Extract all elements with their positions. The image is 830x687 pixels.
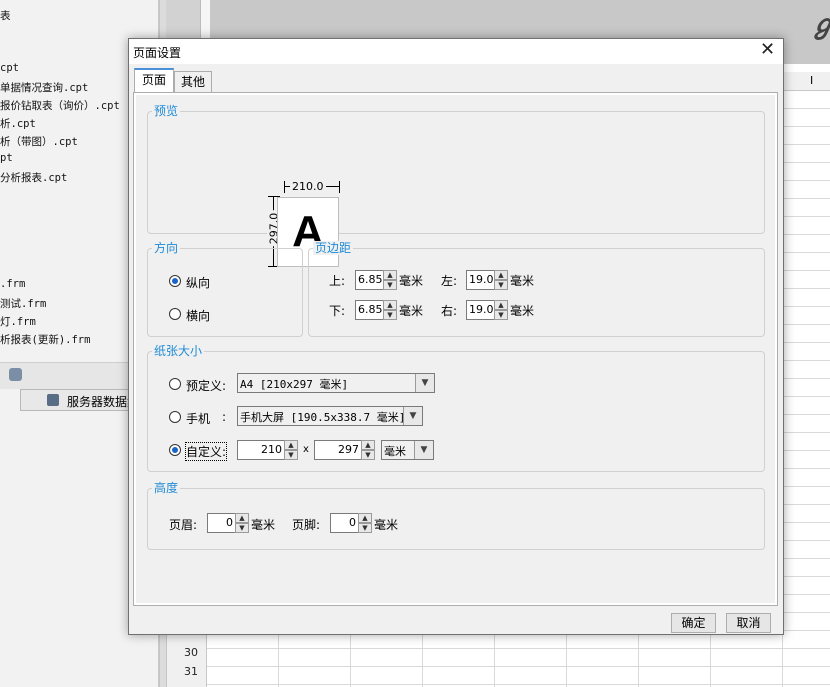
margin-right-label: 右: bbox=[441, 304, 458, 318]
margins-group: 页边距 bbox=[308, 241, 765, 337]
custom-radio[interactable] bbox=[169, 444, 181, 456]
width-dimension: 210.0 bbox=[284, 180, 340, 193]
unit-label: 毫米 bbox=[251, 518, 276, 532]
chevron-down-icon[interactable]: ▼ bbox=[414, 441, 433, 459]
file-item[interactable]: pt bbox=[0, 152, 13, 164]
chevron-down-icon[interactable]: ▼ bbox=[403, 407, 422, 425]
ok-button[interactable]: 确定 bbox=[671, 613, 716, 633]
width-dimension-label: 210.0 bbox=[290, 180, 326, 193]
predefined-radio[interactable] bbox=[169, 378, 181, 390]
spin-down-icon[interactable]: ▼ bbox=[383, 310, 397, 320]
close-icon: ✕ bbox=[760, 39, 776, 60]
mobile-label: 手机 bbox=[186, 412, 211, 426]
orientation-group: 方向 bbox=[147, 241, 303, 337]
file-item[interactable]: 测试.frm bbox=[0, 296, 46, 311]
title-bar[interactable]: 页面设置 ✕ bbox=[129, 39, 783, 64]
custom-width-input[interactable]: 210 bbox=[237, 440, 285, 460]
header-height-input[interactable]: 0 bbox=[207, 513, 236, 533]
predefined-label: 预定义: bbox=[186, 379, 227, 393]
file-item[interactable]: 单据情况查询.cpt bbox=[0, 80, 88, 95]
tab-panel: 预览 210.0 297.0 A 方向 纵向 横向 页边距 上: 6.85 ▲ … bbox=[133, 92, 778, 606]
portrait-label: 纵向 bbox=[186, 276, 211, 290]
file-item[interactable]: 分析报表.cpt bbox=[0, 170, 67, 185]
margin-bottom-label: 下: bbox=[329, 304, 346, 318]
margin-bottom-input[interactable]: 6.85 bbox=[355, 300, 384, 320]
mobile-select[interactable]: 手机大屏 [190.5x338.7 毫米] ▼ bbox=[237, 406, 423, 426]
height-group-title: 高度 bbox=[152, 481, 181, 495]
spin-up-icon[interactable]: ▲ bbox=[383, 300, 397, 310]
database-icon[interactable] bbox=[9, 368, 22, 381]
spin-down-icon[interactable]: ▼ bbox=[383, 280, 397, 290]
custom-label: 自定义: bbox=[184, 442, 228, 461]
margin-left-label: 左: bbox=[441, 274, 458, 288]
margin-left-input[interactable]: 19.05 bbox=[466, 270, 495, 290]
spin-up-icon[interactable]: ▲ bbox=[358, 513, 372, 523]
preview-group-title: 预览 bbox=[152, 104, 181, 118]
file-item[interactable]: 报价钻取表（询价）.cpt bbox=[0, 98, 120, 113]
spin-down-icon[interactable]: ▼ bbox=[358, 523, 372, 533]
column-header[interactable]: I bbox=[810, 74, 813, 87]
margin-right-input[interactable]: 19.05 bbox=[466, 300, 495, 320]
custom-unit-select[interactable]: 毫米 ▼ bbox=[381, 440, 434, 460]
tab-page[interactable]: 页面 bbox=[134, 68, 174, 92]
landscape-radio[interactable] bbox=[169, 308, 181, 320]
page-setup-dialog: 页面设置 ✕ 页面 其他 预览 210.0 297.0 A 方向 纵向 横向 页… bbox=[128, 38, 784, 635]
footer-height-input[interactable]: 0 bbox=[330, 513, 359, 533]
spin-up-icon[interactable]: ▲ bbox=[494, 300, 508, 310]
custom-unit-value: 毫米 bbox=[384, 445, 406, 458]
times-label: x bbox=[303, 444, 309, 455]
file-item[interactable]: .frm bbox=[0, 278, 25, 290]
spin-up-icon[interactable]: ▲ bbox=[383, 270, 397, 280]
spin-up-icon[interactable]: ▲ bbox=[494, 270, 508, 280]
spin-down-icon[interactable]: ▼ bbox=[361, 450, 375, 460]
spin-down-icon[interactable]: ▼ bbox=[494, 280, 508, 290]
file-item[interactable]: cpt bbox=[0, 62, 19, 74]
mobile-colon: : bbox=[222, 410, 227, 424]
margins-group-title: 页边距 bbox=[313, 241, 354, 255]
paper-size-group-title: 纸张大小 bbox=[152, 344, 205, 358]
file-item[interactable]: 表 bbox=[0, 8, 11, 23]
custom-height-input[interactable]: 297 bbox=[314, 440, 362, 460]
preview-group: 预览 bbox=[147, 104, 765, 234]
orientation-group-title: 方向 bbox=[152, 241, 181, 255]
file-item[interactable]: 析报表(更新).frm bbox=[0, 332, 90, 347]
spin-down-icon[interactable]: ▼ bbox=[235, 523, 249, 533]
close-button[interactable]: ✕ bbox=[751, 39, 783, 64]
header-height-label: 页眉: bbox=[169, 518, 198, 532]
row-header[interactable]: 31 bbox=[176, 665, 206, 678]
file-item[interactable]: 析.cpt bbox=[0, 116, 36, 131]
portrait-radio[interactable] bbox=[169, 275, 181, 287]
spin-up-icon[interactable]: ▲ bbox=[361, 440, 375, 450]
unit-label: 毫米 bbox=[374, 518, 399, 532]
margin-top-label: 上: bbox=[329, 274, 346, 288]
row-header[interactable]: 30 bbox=[176, 646, 206, 659]
file-item[interactable]: 灯.frm bbox=[0, 314, 36, 329]
unit-label: 毫米 bbox=[399, 304, 424, 318]
mobile-select-value: 手机大屏 [190.5x338.7 毫米] bbox=[240, 411, 406, 424]
unit-label: 毫米 bbox=[510, 304, 535, 318]
file-item[interactable]: 析（带图）.cpt bbox=[0, 134, 78, 149]
mobile-radio[interactable] bbox=[169, 411, 181, 423]
margin-top-input[interactable]: 6.85 bbox=[355, 270, 384, 290]
predefined-select-value: A4 [210x297 毫米] bbox=[240, 378, 349, 391]
unit-label: 毫米 bbox=[510, 274, 535, 288]
spin-down-icon[interactable]: ▼ bbox=[284, 450, 298, 460]
tab-panel-inner: 预览 210.0 297.0 A 方向 纵向 横向 页边距 上: 6.85 ▲ … bbox=[136, 95, 775, 603]
server-icon bbox=[47, 394, 59, 406]
spin-up-icon[interactable]: ▲ bbox=[235, 513, 249, 523]
chevron-down-icon[interactable]: ▼ bbox=[415, 374, 434, 392]
logo-icon: ℊ bbox=[810, 4, 830, 41]
spin-up-icon[interactable]: ▲ bbox=[284, 440, 298, 450]
landscape-label: 横向 bbox=[186, 309, 211, 323]
footer-height-label: 页脚: bbox=[292, 518, 321, 532]
unit-label: 毫米 bbox=[399, 274, 424, 288]
predefined-select[interactable]: A4 [210x297 毫米] ▼ bbox=[237, 373, 435, 393]
dialog-title: 页面设置 bbox=[133, 46, 182, 60]
cancel-button[interactable]: 取消 bbox=[726, 613, 771, 633]
tab-other[interactable]: 其他 bbox=[174, 71, 212, 93]
spin-down-icon[interactable]: ▼ bbox=[494, 310, 508, 320]
